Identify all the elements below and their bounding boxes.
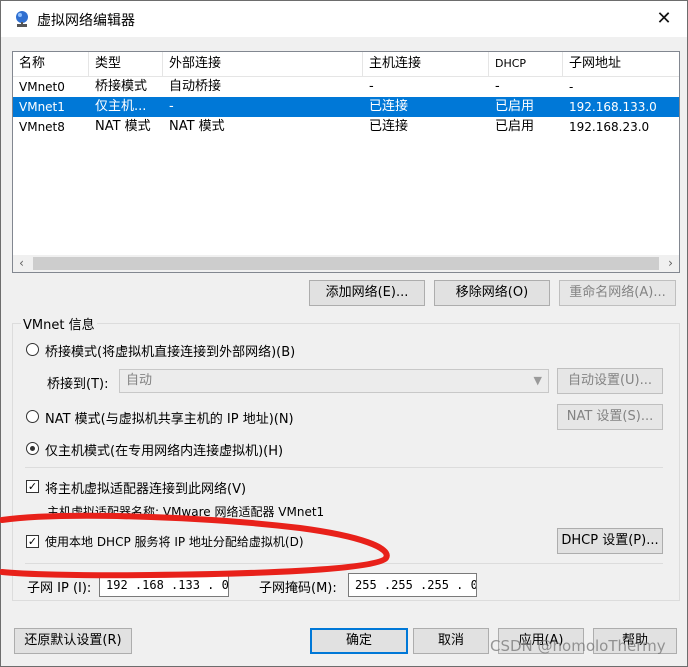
csdn-watermark: CSDN @homoloThermy	[490, 637, 666, 655]
bridge-to-value: 自动	[126, 373, 153, 388]
cell-dhcp: 已启用	[495, 119, 535, 134]
table-row[interactable]: VMnet0 桥接模式 自动桥接 - - -	[13, 77, 679, 97]
cell-host: -	[369, 79, 374, 94]
host-only-mode-label[interactable]: 仅主机模式(在专用网络内连接虚拟机)(H)	[45, 440, 283, 459]
connect-adapter-checkbox[interactable]: ✓	[26, 480, 39, 493]
virtual-network-editor-window: 虚拟网络编辑器 ✕ 名称 类型 外部连接 主机连接 DHCP 子网地址 VMne…	[0, 0, 688, 667]
title-bar: 虚拟网络编辑器 ✕	[1, 1, 687, 37]
bridged-mode-radio[interactable]	[26, 343, 39, 356]
bridged-mode-label[interactable]: 桥接模式(将虚拟机直接连接到外部网络)(B)	[45, 341, 295, 360]
scroll-left-icon[interactable]: ‹	[13, 255, 30, 272]
cell-subnet: 192.168.133.0	[569, 100, 657, 114]
scrollbar-thumb[interactable]	[33, 257, 659, 270]
divider	[25, 467, 663, 468]
scroll-right-icon[interactable]: ›	[662, 255, 679, 272]
network-globe-icon	[16, 11, 28, 27]
cell-host: 已连接	[369, 99, 409, 114]
cancel-button[interactable]: 取消	[413, 628, 489, 654]
cell-type: NAT 模式	[95, 119, 151, 134]
nat-mode-radio[interactable]	[26, 410, 39, 423]
vmnet-info-group	[12, 323, 680, 601]
cell-external: 自动桥接	[169, 79, 222, 94]
dhcp-settings-button[interactable]: DHCP 设置(P)...	[557, 528, 663, 554]
subnet-ip-label: 子网 IP (I):	[27, 581, 92, 596]
table-row[interactable]: VMnet8 NAT 模式 NAT 模式 已连接 已启用 192.168.23.…	[13, 117, 679, 137]
network-list[interactable]: 名称 类型 外部连接 主机连接 DHCP 子网地址 VMnet0 桥接模式 自动…	[12, 51, 680, 273]
cell-dhcp: -	[495, 79, 500, 94]
table-row-selected[interactable]: VMnet1 仅主机... - 已连接 已启用 192.168.133.0	[13, 97, 679, 117]
auto-settings-button[interactable]: 自动设置(U)...	[557, 368, 663, 394]
cell-external: NAT 模式	[169, 119, 225, 134]
column-header-external[interactable]: 外部连接	[163, 52, 363, 76]
host-only-mode-radio[interactable]	[26, 442, 39, 455]
remove-network-button[interactable]: 移除网络(O)	[434, 280, 550, 306]
divider	[25, 563, 663, 564]
use-dhcp-label[interactable]: 使用本地 DHCP 服务将 IP 地址分配给虚拟机(D)	[45, 533, 304, 550]
window-title: 虚拟网络编辑器	[37, 13, 135, 29]
horizontal-scrollbar[interactable]: ‹ ›	[13, 255, 679, 272]
cell-name: VMnet1	[19, 100, 65, 114]
connect-adapter-label[interactable]: 将主机虚拟适配器连接到此网络(V)	[45, 478, 246, 497]
subnet-mask-input[interactable]: 255 .255 .255 . 0	[348, 573, 477, 597]
nat-settings-button[interactable]: NAT 设置(S)...	[557, 404, 663, 430]
add-network-button[interactable]: 添加网络(E)...	[309, 280, 425, 306]
vmnet-info-title: VMnet 信息	[21, 314, 97, 333]
adapter-name-label: 主机虚拟适配器名称: VMware 网络适配器 VMnet1	[47, 505, 325, 519]
nat-mode-label[interactable]: NAT 模式(与虚拟机共享主机的 IP 地址)(N)	[45, 408, 294, 427]
cell-name: VMnet8	[19, 120, 65, 134]
ok-button[interactable]: 确定	[310, 628, 408, 654]
cell-external: -	[169, 99, 174, 114]
column-header-host[interactable]: 主机连接	[363, 52, 489, 76]
column-header-subnet[interactable]: 子网地址	[563, 52, 679, 76]
cell-type: 桥接模式	[95, 79, 148, 94]
cell-dhcp: 已启用	[495, 99, 535, 114]
bridge-to-label: 桥接到(T):	[47, 377, 109, 392]
cell-name: VMnet0	[19, 80, 65, 94]
list-header: 名称 类型 外部连接 主机连接 DHCP 子网地址	[13, 52, 679, 77]
bridge-to-select[interactable]: 自动 ▼	[119, 369, 549, 393]
use-dhcp-checkbox[interactable]: ✓	[26, 535, 39, 548]
cell-subnet: -	[569, 80, 574, 94]
column-header-dhcp[interactable]: DHCP	[489, 52, 563, 76]
subnet-mask-label: 子网掩码(M):	[259, 581, 337, 596]
subnet-ip-input[interactable]: 192 .168 .133 . 0	[99, 573, 229, 597]
cell-subnet: 192.168.23.0	[569, 120, 650, 134]
close-button[interactable]: ✕	[641, 1, 687, 37]
chevron-down-icon: ▼	[533, 374, 542, 387]
cell-type: 仅主机...	[95, 99, 147, 114]
cell-host: 已连接	[369, 119, 409, 134]
column-header-name[interactable]: 名称	[13, 52, 89, 76]
rename-network-button[interactable]: 重命名网络(A)...	[559, 280, 676, 306]
restore-defaults-button[interactable]: 还原默认设置(R)	[14, 628, 132, 654]
column-header-type[interactable]: 类型	[89, 52, 163, 76]
